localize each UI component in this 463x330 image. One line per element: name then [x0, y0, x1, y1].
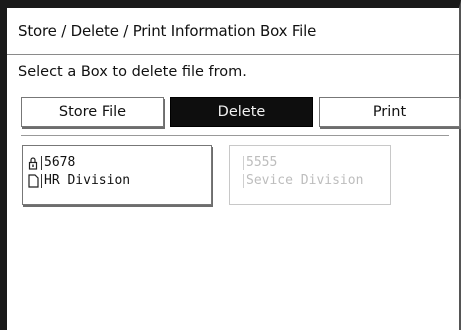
instruction-text: Select a Box to delete file from. — [18, 64, 247, 80]
box-number: 5678 — [44, 155, 76, 170]
lock-icon — [27, 156, 39, 170]
print-button[interactable]: Print — [319, 97, 460, 127]
store-file-button[interactable]: Store File — [21, 97, 164, 127]
delete-button[interactable]: Delete — [170, 97, 313, 127]
box-number: 5555 — [246, 155, 278, 170]
box-number-row: 5678 — [27, 155, 75, 170]
box-name: HR Division — [44, 173, 131, 188]
separator — [243, 173, 244, 188]
document-icon — [27, 173, 39, 188]
box-name-row: HR Division — [27, 173, 130, 188]
title-bar: Store / Delete / Print Information Box F… — [7, 8, 459, 55]
dialog-panel: Store / Delete / Print Information Box F… — [0, 0, 461, 330]
separator — [243, 155, 244, 170]
separator — [41, 155, 42, 170]
divider — [21, 135, 449, 136]
mode-tabs: Store File Delete Print — [21, 97, 460, 127]
box-name: Sevice Division — [246, 173, 364, 188]
box-number-row: 5555 — [243, 155, 277, 170]
box-button-service-division[interactable]: 5555 Sevice Division — [229, 145, 391, 205]
window-title: Store / Delete / Print Information Box F… — [18, 22, 317, 40]
separator — [41, 173, 42, 188]
box-name-row: Sevice Division — [243, 173, 363, 188]
box-button-hr-division[interactable]: 5678 HR Division — [22, 145, 212, 205]
